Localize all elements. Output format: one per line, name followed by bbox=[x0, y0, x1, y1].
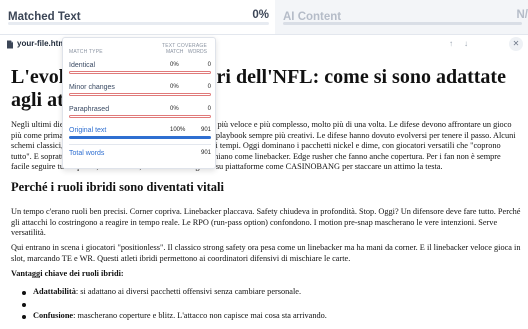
tab-ai-content-percent: N/ bbox=[516, 9, 528, 21]
arrow-down-icon[interactable]: ↓ bbox=[460, 38, 472, 50]
words-header: WORDS bbox=[187, 49, 207, 55]
row-total-words: Total words 901 bbox=[69, 150, 211, 164]
file-name: your-file.html bbox=[17, 39, 68, 48]
row-identical[interactable]: Identical 0% 0 bbox=[69, 62, 211, 76]
list-item-text: : si adattano ai diversi pacchetti offen… bbox=[75, 287, 302, 296]
close-icon[interactable]: ✕ bbox=[509, 37, 523, 51]
row-label: Total words bbox=[69, 150, 105, 157]
list-item: Confusione: mascherano coperture e blitz… bbox=[19, 311, 519, 323]
row-minor-changes[interactable]: Minor changes 0% 0 bbox=[69, 84, 211, 98]
ai-progress-bar bbox=[283, 22, 522, 25]
arrow-up-icon[interactable]: ↑ bbox=[445, 38, 457, 50]
row-label: Original text bbox=[69, 127, 107, 134]
match-breakdown-panel: MATCH TYPE TEXT COVERAGE MATCH WORDS Ide… bbox=[62, 37, 216, 169]
row-words: 0 bbox=[207, 106, 211, 112]
row-paraphrased[interactable]: Paraphrased 0% 0 bbox=[69, 106, 211, 120]
tab-bar: Matched Text 0% AI Content N/ bbox=[0, 0, 528, 34]
advantages-list: Adattabilità: si adattano ai diversi pac… bbox=[19, 287, 519, 323]
tab-matched-text-percent: 0% bbox=[252, 9, 269, 21]
row-match: 100% bbox=[170, 127, 186, 133]
paragraph-advantages-heading: Vantaggi chiave dei ruoli ibridi: bbox=[11, 269, 124, 278]
list-item-term: Confusione bbox=[33, 311, 74, 320]
match-header: MATCH bbox=[166, 49, 184, 55]
paragraph-roles: Un tempo c'erano ruoli ben precisi. Corn… bbox=[11, 207, 521, 238]
row-words: 901 bbox=[200, 127, 211, 133]
tab-ai-content[interactable]: AI Content N/ bbox=[275, 0, 528, 34]
file-icon bbox=[7, 40, 13, 49]
list-item bbox=[19, 299, 519, 311]
section-heading: Perché i ruoli ibridi sono diventati vit… bbox=[11, 180, 224, 194]
coverage-bar bbox=[69, 115, 211, 118]
row-match: 0% bbox=[170, 84, 179, 90]
coverage-bar bbox=[69, 136, 211, 139]
row-match: 0% bbox=[170, 106, 179, 112]
list-item-text: : mascherano coperture e blitz. L'attacc… bbox=[73, 311, 327, 320]
row-label: Identical bbox=[69, 62, 96, 69]
matched-progress-bar bbox=[8, 22, 269, 25]
row-words: 0 bbox=[207, 62, 211, 68]
row-label: Minor changes bbox=[69, 84, 115, 91]
coverage-bar bbox=[69, 93, 211, 96]
row-label: Paraphrased bbox=[69, 106, 110, 113]
row-words: 901 bbox=[200, 150, 211, 156]
coverage-bar-fill bbox=[69, 136, 211, 139]
row-original-text[interactable]: Original text 100% 901 bbox=[69, 127, 211, 141]
paragraph-positionless: Qui entrano in scena i giocatori "positi… bbox=[11, 243, 521, 263]
match-type-header: MATCH TYPE bbox=[69, 49, 103, 55]
coverage-bar bbox=[69, 71, 211, 74]
row-match: 0% bbox=[170, 62, 179, 68]
row-words: 0 bbox=[207, 84, 211, 90]
panel-divider bbox=[69, 144, 211, 145]
tab-matched-text[interactable]: Matched Text 0% bbox=[0, 0, 275, 34]
list-item: Adattabilità: si adattano ai diversi pac… bbox=[19, 287, 519, 299]
list-item-term: Adattabilità bbox=[33, 287, 76, 296]
